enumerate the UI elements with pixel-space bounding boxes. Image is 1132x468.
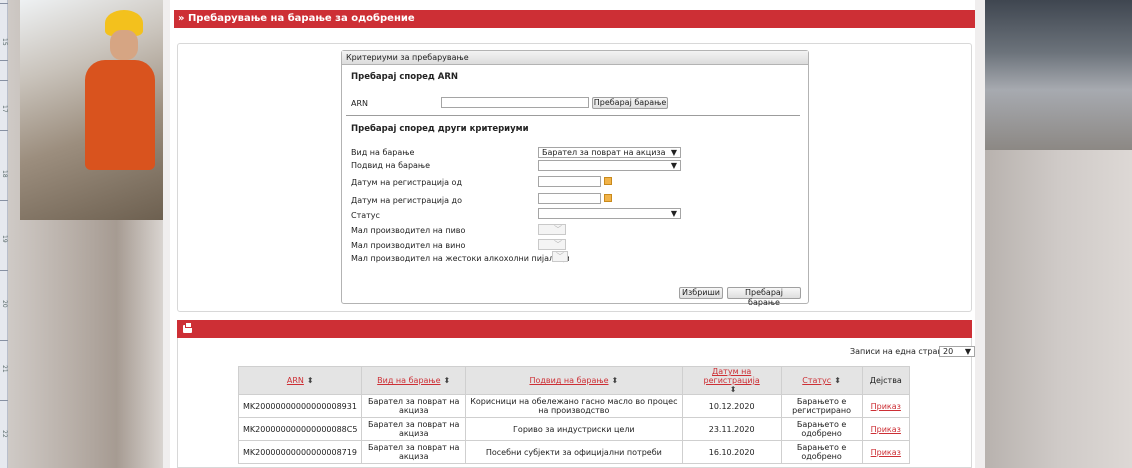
cell-action: Приказ	[861, 440, 911, 464]
other-criteria-title: Пребарај според други критериуми	[351, 124, 529, 134]
request-type-select[interactable]: Барател за поврат на акциза ▼	[538, 147, 681, 158]
arn-search-button[interactable]: Пребарај барање	[592, 97, 668, 109]
document-ruler: 15 17 18 19 20 21 22	[0, 0, 8, 468]
small-spirits-label: Мал производител на жестоки алкохолни пи…	[351, 254, 570, 263]
arn-label: ARN	[351, 99, 369, 108]
view-link[interactable]: Приказ	[871, 425, 901, 434]
table-header-row: ARN ⬍ Вид на барање ⬍ Подвид на барање ⬍ Да…	[237, 366, 911, 395]
industrial-photo	[985, 0, 1132, 150]
column-header-date[interactable]: Датум на регистрација ⬍	[681, 366, 782, 395]
small-beer-select[interactable]: ﹀	[538, 224, 566, 235]
chevron-down-icon: ﹀	[556, 252, 564, 261]
small-spirits-select[interactable]: ﹀	[552, 251, 568, 262]
reg-date-to-input[interactable]	[538, 193, 601, 204]
cell-status: Барањето е одобрено	[780, 417, 863, 441]
face-shape	[110, 30, 138, 60]
ruler-label: 18	[1, 170, 8, 178]
cell-action: Приказ	[861, 417, 911, 441]
page-title: » Пребарување на барање за одобрение	[174, 10, 975, 28]
cell-date: 16.10.2020	[681, 440, 782, 464]
request-type-label: Вид на барање	[351, 148, 415, 157]
cell-subtype: Гориво за индустриски цели	[464, 417, 683, 441]
chevron-down-icon: ▼	[670, 209, 677, 218]
ruler-label: 19	[1, 235, 8, 243]
small-wine-label: Мал производител на вино	[351, 241, 466, 250]
request-subtype-label: Подвид на барање	[351, 161, 431, 170]
records-per-page-label: Записи на една страна:	[850, 347, 951, 356]
status-select[interactable]: ▼	[538, 208, 681, 219]
body-shape	[85, 60, 155, 170]
ruler-label: 20	[1, 300, 8, 308]
reg-date-from-label: Датум на регистрација од	[351, 178, 462, 187]
calendar-icon[interactable]	[604, 194, 612, 202]
table-row: MK200000000000000088C5 Барател за поврат…	[237, 417, 911, 441]
column-header-subtype[interactable]: Подвид на барање ⬍	[464, 366, 683, 395]
criteria-header: Критериуми за пребарување	[342, 51, 808, 65]
results-table: ARN ⬍ Вид на барање ⬍ Подвид на барање ⬍ Да…	[237, 366, 911, 464]
cell-type: Барател за поврат на акциза	[361, 394, 466, 418]
records-per-page-select[interactable]: 20 ▼	[939, 346, 975, 357]
cell-subtype: Посебни субјекти за официјални потреби	[464, 440, 683, 464]
column-header-actions: Дејства	[861, 366, 911, 395]
cell-type: Барател за поврат на акциза	[361, 440, 466, 464]
reg-date-from-input[interactable]	[538, 176, 601, 187]
cell-subtype: Корисници на обележано гасно масло во пр…	[464, 394, 683, 418]
arn-section-title: Пребарај според ARN	[351, 72, 458, 82]
ruler-label: 22	[1, 430, 8, 438]
chevron-down-icon: ▼	[670, 148, 677, 157]
cell-status: Барањето е регистрирано	[780, 394, 863, 418]
ruler-label: 15	[1, 38, 8, 46]
records-per-page-value: 20	[943, 347, 954, 356]
results-header-bar	[177, 320, 972, 338]
chevron-down-icon: ﹀	[554, 240, 562, 249]
worker-photo	[20, 0, 163, 220]
column-header-type[interactable]: Вид на барање ⬍	[361, 366, 466, 395]
reg-date-to-label: Датум на регистрација до	[351, 196, 462, 205]
sort-arrows-icon: ⬍	[306, 376, 314, 385]
cell-arn: MK20000000000000008931	[237, 394, 363, 418]
column-header-arn[interactable]: ARN ⬍	[237, 366, 363, 395]
cell-type: Барател за поврат на акциза	[361, 417, 466, 441]
column-header-status[interactable]: Статус ⬍	[780, 366, 863, 395]
table-row: MK20000000000000008931 Барател за поврат…	[237, 394, 911, 418]
arn-input[interactable]	[441, 97, 589, 108]
cell-date: 10.12.2020	[681, 394, 782, 418]
calendar-icon[interactable]	[604, 177, 612, 185]
status-label: Статус	[351, 211, 380, 220]
cell-action: Приказ	[861, 394, 911, 418]
chevron-down-icon: ▼	[670, 161, 677, 170]
cell-status: Барањето е одобрено	[780, 440, 863, 464]
small-wine-select[interactable]: ﹀	[538, 239, 566, 250]
clear-button[interactable]: Избриши	[679, 287, 723, 299]
sort-arrows-icon: ⬍	[834, 376, 841, 385]
cell-date: 23.11.2020	[681, 417, 782, 441]
sort-arrows-icon: ⬍	[611, 376, 619, 385]
chevron-down-icon: ﹀	[554, 225, 562, 234]
cell-arn: MK20000000000000008719	[237, 440, 363, 464]
printer-icon[interactable]	[183, 322, 192, 333]
sort-arrows-icon: ⬍	[443, 376, 451, 385]
chevron-down-icon: ▼	[964, 347, 971, 356]
ruler-label: 21	[1, 365, 8, 373]
sort-arrows-icon: ⬍	[729, 385, 737, 394]
search-button[interactable]: Пребарај барање	[727, 287, 801, 307]
ruler-label: 17	[1, 105, 8, 113]
section-divider	[346, 115, 800, 116]
request-type-value: Барател за поврат на акциза	[542, 148, 666, 157]
view-link[interactable]: Приказ	[871, 448, 901, 457]
cell-arn: MK200000000000000088C5	[237, 417, 363, 441]
table-row: MK20000000000000008719 Барател за поврат…	[237, 440, 911, 464]
small-beer-label: Мал производител на пиво	[351, 226, 466, 235]
request-subtype-select[interactable]: ▼	[538, 160, 681, 171]
view-link[interactable]: Приказ	[871, 402, 901, 411]
